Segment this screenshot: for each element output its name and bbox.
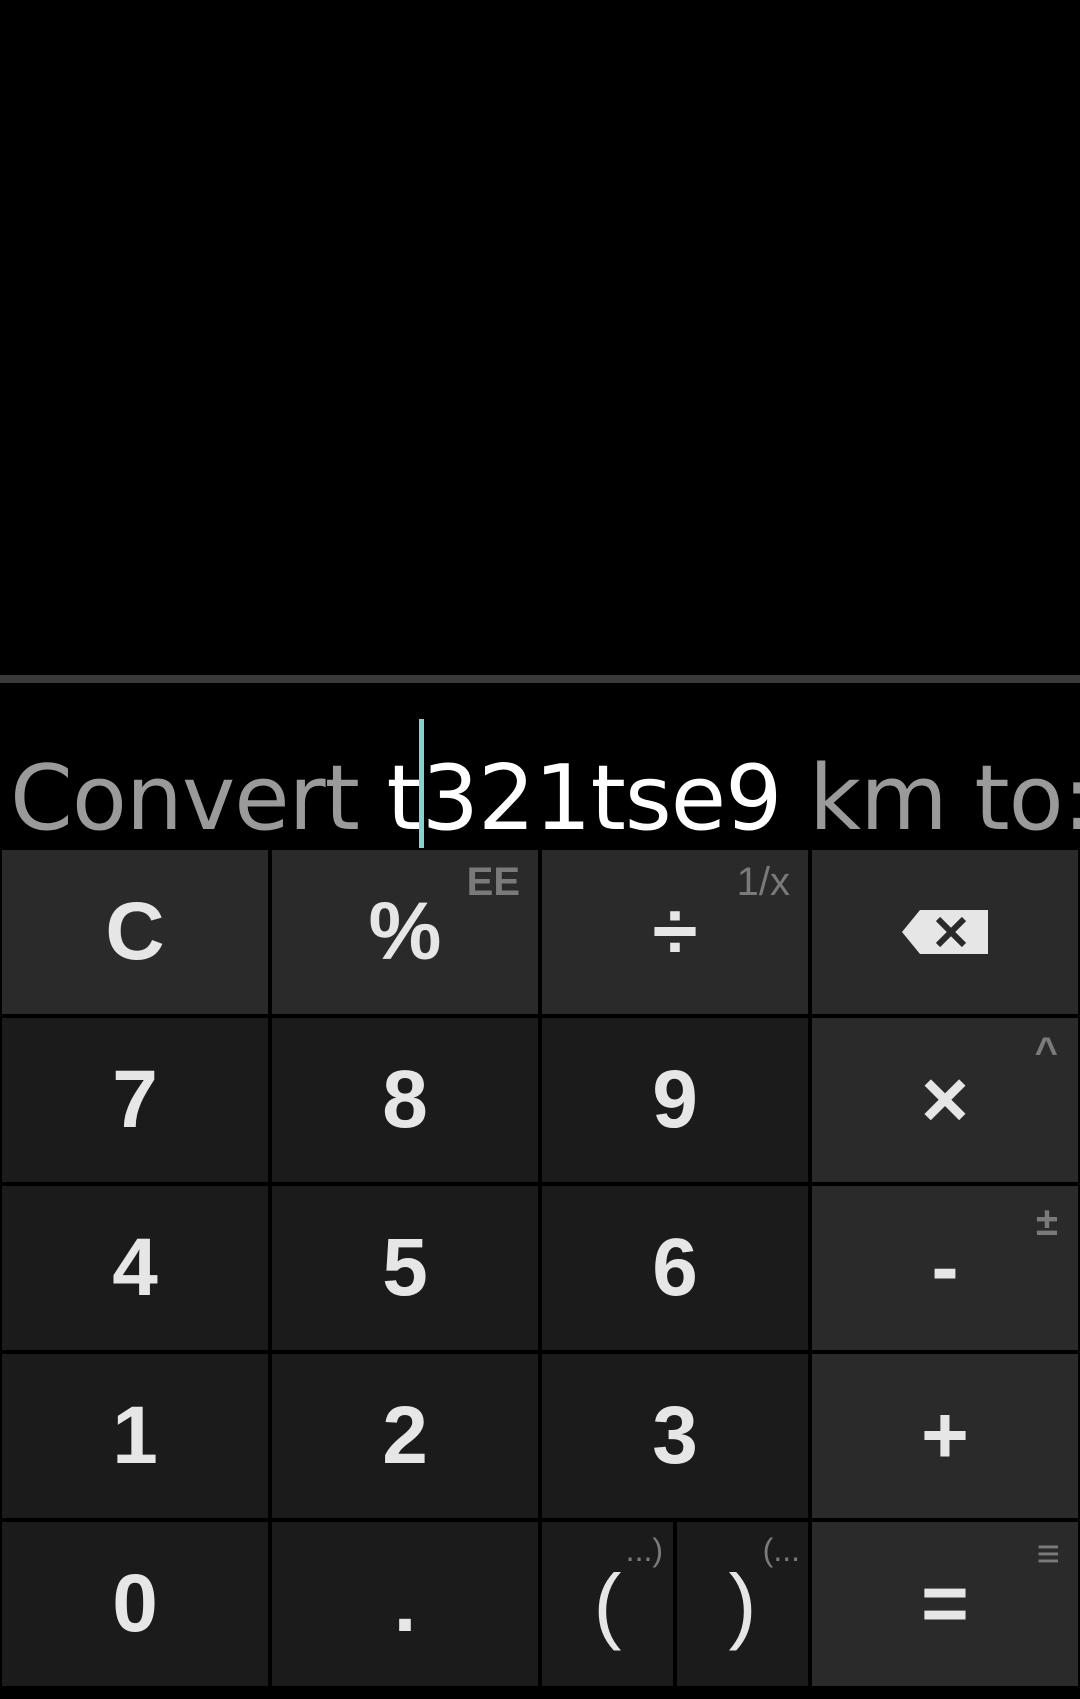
digit-8-button[interactable]: 8 <box>272 1018 538 1182</box>
expression-typed-before-cursor: t <box>386 746 421 851</box>
display-divider[interactable] <box>0 675 1080 683</box>
digit-7-button[interactable]: 7 <box>2 1018 268 1182</box>
open-paren-button[interactable]: ( ...) <box>542 1522 673 1686</box>
digit-4-button[interactable]: 4 <box>2 1186 268 1350</box>
divide-label: ÷ <box>652 886 698 977</box>
open-paren-label: ( <box>593 1556 622 1651</box>
close-paren-button[interactable]: ) (... <box>677 1522 808 1686</box>
plus-label: + <box>921 1390 969 1481</box>
ee-label: EE <box>466 860 520 904</box>
power-label: ^ <box>1034 1030 1058 1074</box>
menu-hint-icon: ≡ <box>1036 1532 1060 1576</box>
decimal-button[interactable]: . <box>272 1522 538 1686</box>
minus-button[interactable]: - ± <box>812 1186 1078 1350</box>
close-paren-hint: (... <box>762 1532 800 1568</box>
digit-9-label: 9 <box>652 1054 698 1145</box>
equals-button[interactable]: = ≡ <box>812 1522 1078 1686</box>
digit-2-button[interactable]: 2 <box>272 1354 538 1518</box>
backspace-icon <box>902 910 988 954</box>
digit-9-button[interactable]: 9 <box>542 1018 808 1182</box>
expression-prefix: Convert <box>10 746 387 851</box>
digit-0-label: 0 <box>112 1558 158 1649</box>
minus-label: - <box>931 1222 959 1313</box>
percent-label: % <box>368 886 442 977</box>
calculator-app: Convert t321tse9 km to: C % EE ÷ 1/x 7 8 <box>0 0 1080 1699</box>
keypad: C % EE ÷ 1/x 7 8 9 × ^ 4 5 6 - ± 1 2 3 +… <box>0 848 1080 1699</box>
digit-5-label: 5 <box>382 1222 428 1313</box>
divide-button[interactable]: ÷ 1/x <box>542 850 808 1014</box>
digit-6-label: 6 <box>652 1222 698 1313</box>
digit-2-label: 2 <box>382 1390 428 1481</box>
expression-suffix: km to: <box>781 746 1080 851</box>
reciprocal-label: 1/x <box>736 860 790 904</box>
expression-display[interactable]: Convert t321tse9 km to: <box>0 683 1080 857</box>
digit-4-label: 4 <box>112 1222 158 1313</box>
digit-3-button[interactable]: 3 <box>542 1354 808 1518</box>
multiply-button[interactable]: × ^ <box>812 1018 1078 1182</box>
multiply-label: × <box>921 1054 969 1145</box>
clear-button[interactable]: C <box>2 850 268 1014</box>
expression-text[interactable]: Convert t321tse9 km to: <box>10 719 1080 857</box>
digit-8-label: 8 <box>382 1054 428 1145</box>
open-paren-hint: ...) <box>625 1532 663 1568</box>
plus-minus-label: ± <box>1036 1200 1058 1244</box>
expression-typed-after-cursor: 321tse9 <box>421 746 783 851</box>
plus-button[interactable]: + <box>812 1354 1078 1518</box>
decimal-label: . <box>393 1558 417 1649</box>
close-paren-label: ) <box>728 1556 757 1651</box>
percent-button[interactable]: % EE <box>272 850 538 1014</box>
digit-0-button[interactable]: 0 <box>2 1522 268 1686</box>
digit-6-button[interactable]: 6 <box>542 1186 808 1350</box>
equals-label: = <box>921 1558 969 1649</box>
digit-7-label: 7 <box>112 1054 158 1145</box>
digit-1-button[interactable]: 1 <box>2 1354 268 1518</box>
digit-1-label: 1 <box>112 1390 158 1481</box>
clear-label: C <box>105 886 165 977</box>
digit-5-button[interactable]: 5 <box>272 1186 538 1350</box>
backspace-button[interactable] <box>812 850 1078 1014</box>
history-area <box>0 0 1080 675</box>
digit-3-label: 3 <box>652 1390 698 1481</box>
